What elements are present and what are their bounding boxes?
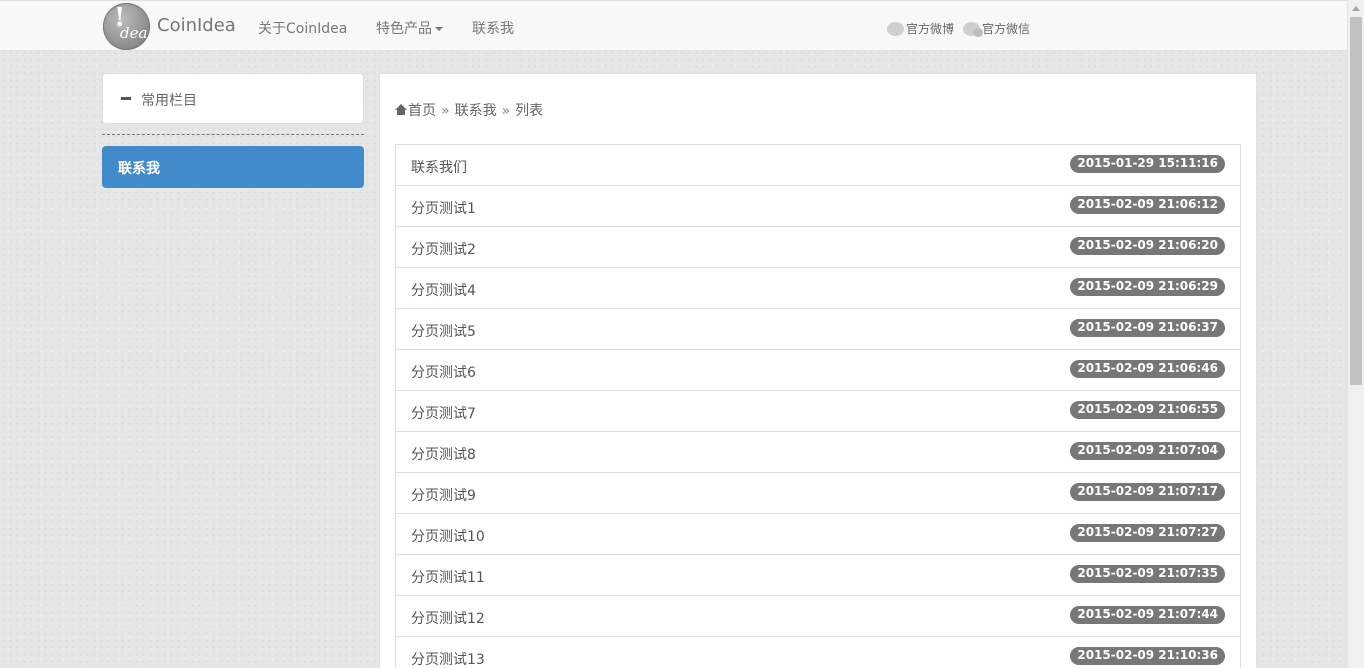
list-item-title[interactable]: 分页测试6 bbox=[411, 362, 476, 382]
vertical-scrollbar[interactable] bbox=[1347, 0, 1364, 668]
list-item-title[interactable]: 分页测试2 bbox=[411, 239, 476, 259]
weibo-icon bbox=[887, 21, 904, 36]
timestamp-badge: 2015-02-09 21:07:17 bbox=[1070, 483, 1225, 501]
sidebar-item-contact[interactable]: 联系我 bbox=[102, 146, 364, 188]
list-item[interactable]: 分页测试6 2015-02-09 21:06:46 bbox=[395, 350, 1241, 391]
weibo-link[interactable]: 官方微博 bbox=[887, 20, 954, 37]
minus-icon bbox=[121, 97, 131, 100]
timestamp-badge: 2015-02-09 21:07:35 bbox=[1070, 565, 1225, 583]
breadcrumb-current: 列表 bbox=[515, 103, 544, 119]
timestamp-badge: 2015-02-09 21:06:20 bbox=[1070, 237, 1225, 255]
timestamp-badge: 2015-02-09 21:06:46 bbox=[1070, 360, 1225, 378]
sidebar-divider bbox=[102, 134, 364, 135]
list-item-title[interactable]: 分页测试1 bbox=[411, 198, 476, 218]
list-item[interactable]: 分页测试12 2015-02-09 21:07:44 bbox=[395, 596, 1241, 637]
weibo-label: 官方微博 bbox=[906, 22, 955, 36]
list-item[interactable]: 分页测试10 2015-02-09 21:07:27 bbox=[395, 514, 1241, 555]
nav-products-label: 特色产品 bbox=[376, 21, 432, 37]
list-item-title[interactable]: 分页测试5 bbox=[411, 321, 476, 341]
timestamp-badge: 2015-02-09 21:07:27 bbox=[1070, 524, 1225, 542]
home-icon bbox=[395, 104, 407, 115]
list-item[interactable]: 分页测试4 2015-02-09 21:06:29 bbox=[395, 268, 1241, 309]
list-item[interactable]: 分页测试5 2015-02-09 21:06:37 bbox=[395, 309, 1241, 350]
nav-about[interactable]: 关于CoinIdea bbox=[258, 18, 347, 38]
nav-products-dropdown[interactable]: 特色产品 bbox=[376, 18, 443, 38]
timestamp-badge: 2015-01-29 15:11:16 bbox=[1070, 155, 1225, 173]
sidebar-panel-title: 常用栏目 bbox=[141, 93, 197, 109]
article-list: 联系我们 2015-01-29 15:11:16 分页测试1 2015-02-09 2… bbox=[395, 144, 1241, 668]
nav-contact[interactable]: 联系我 bbox=[472, 18, 514, 38]
list-item-title[interactable]: 分页测试13 bbox=[411, 649, 485, 668]
list-item-title[interactable]: 联系我们 bbox=[411, 157, 467, 177]
breadcrumb-separator: » bbox=[441, 103, 450, 119]
list-item[interactable]: 分页测试8 2015-02-09 21:07:04 bbox=[395, 432, 1241, 473]
timestamp-badge: 2015-02-09 21:06:37 bbox=[1070, 319, 1225, 337]
timestamp-badge: 2015-02-09 21:06:12 bbox=[1070, 196, 1225, 214]
timestamp-badge: 2015-02-09 21:10:36 bbox=[1070, 647, 1225, 665]
list-item-title[interactable]: 分页测试4 bbox=[411, 280, 476, 300]
wechat-label: 官方微信 bbox=[982, 22, 1031, 36]
breadcrumb-separator: » bbox=[501, 103, 511, 119]
timestamp-badge: 2015-02-09 21:06:55 bbox=[1070, 401, 1225, 419]
timestamp-badge: 2015-02-09 21:06:29 bbox=[1070, 278, 1225, 296]
brand-logo[interactable]: ! dea bbox=[103, 3, 150, 50]
list-item[interactable]: 联系我们 2015-01-29 15:11:16 bbox=[395, 145, 1241, 186]
list-item-title[interactable]: 分页测试10 bbox=[411, 526, 485, 546]
top-navbar: ! dea CoinIdea 关于CoinIdea 特色产品 联系我 官方微博 … bbox=[0, 0, 1347, 51]
wechat-link[interactable]: 官方微信 bbox=[963, 20, 1030, 37]
scrollbar-thumb[interactable] bbox=[1350, 17, 1362, 385]
scroll-up-arrow-icon[interactable] bbox=[1352, 6, 1360, 11]
list-item-title[interactable]: 分页测试12 bbox=[411, 608, 485, 628]
wechat-icon bbox=[963, 21, 983, 37]
list-item[interactable]: 分页测试11 2015-02-09 21:07:35 bbox=[395, 555, 1241, 596]
list-item[interactable]: 分页测试13 2015-02-09 21:10:36 bbox=[395, 637, 1241, 668]
breadcrumb-home[interactable]: 首页 bbox=[408, 103, 436, 119]
timestamp-badge: 2015-02-09 21:07:04 bbox=[1070, 442, 1225, 460]
sidebar-panel[interactable]: 常用栏目 bbox=[102, 73, 364, 124]
list-item-title[interactable]: 分页测试7 bbox=[411, 403, 476, 423]
list-item-title[interactable]: 分页测试11 bbox=[411, 567, 485, 587]
timestamp-badge: 2015-02-09 21:07:44 bbox=[1070, 606, 1225, 624]
breadcrumb: 首页» 联系我» 列表 bbox=[395, 100, 543, 120]
list-item[interactable]: 分页测试2 2015-02-09 21:06:20 bbox=[395, 227, 1241, 268]
list-item-title[interactable]: 分页测试8 bbox=[411, 444, 476, 464]
breadcrumb-section[interactable]: 联系我 bbox=[455, 103, 497, 119]
list-item[interactable]: 分页测试9 2015-02-09 21:07:17 bbox=[395, 473, 1241, 514]
brand-name[interactable]: CoinIdea bbox=[157, 15, 236, 36]
list-item-title[interactable]: 分页测试9 bbox=[411, 485, 476, 505]
caret-down-icon bbox=[435, 27, 443, 31]
list-item[interactable]: 分页测试7 2015-02-09 21:06:55 bbox=[395, 391, 1241, 432]
list-item[interactable]: 分页测试1 2015-02-09 21:06:12 bbox=[395, 186, 1241, 227]
